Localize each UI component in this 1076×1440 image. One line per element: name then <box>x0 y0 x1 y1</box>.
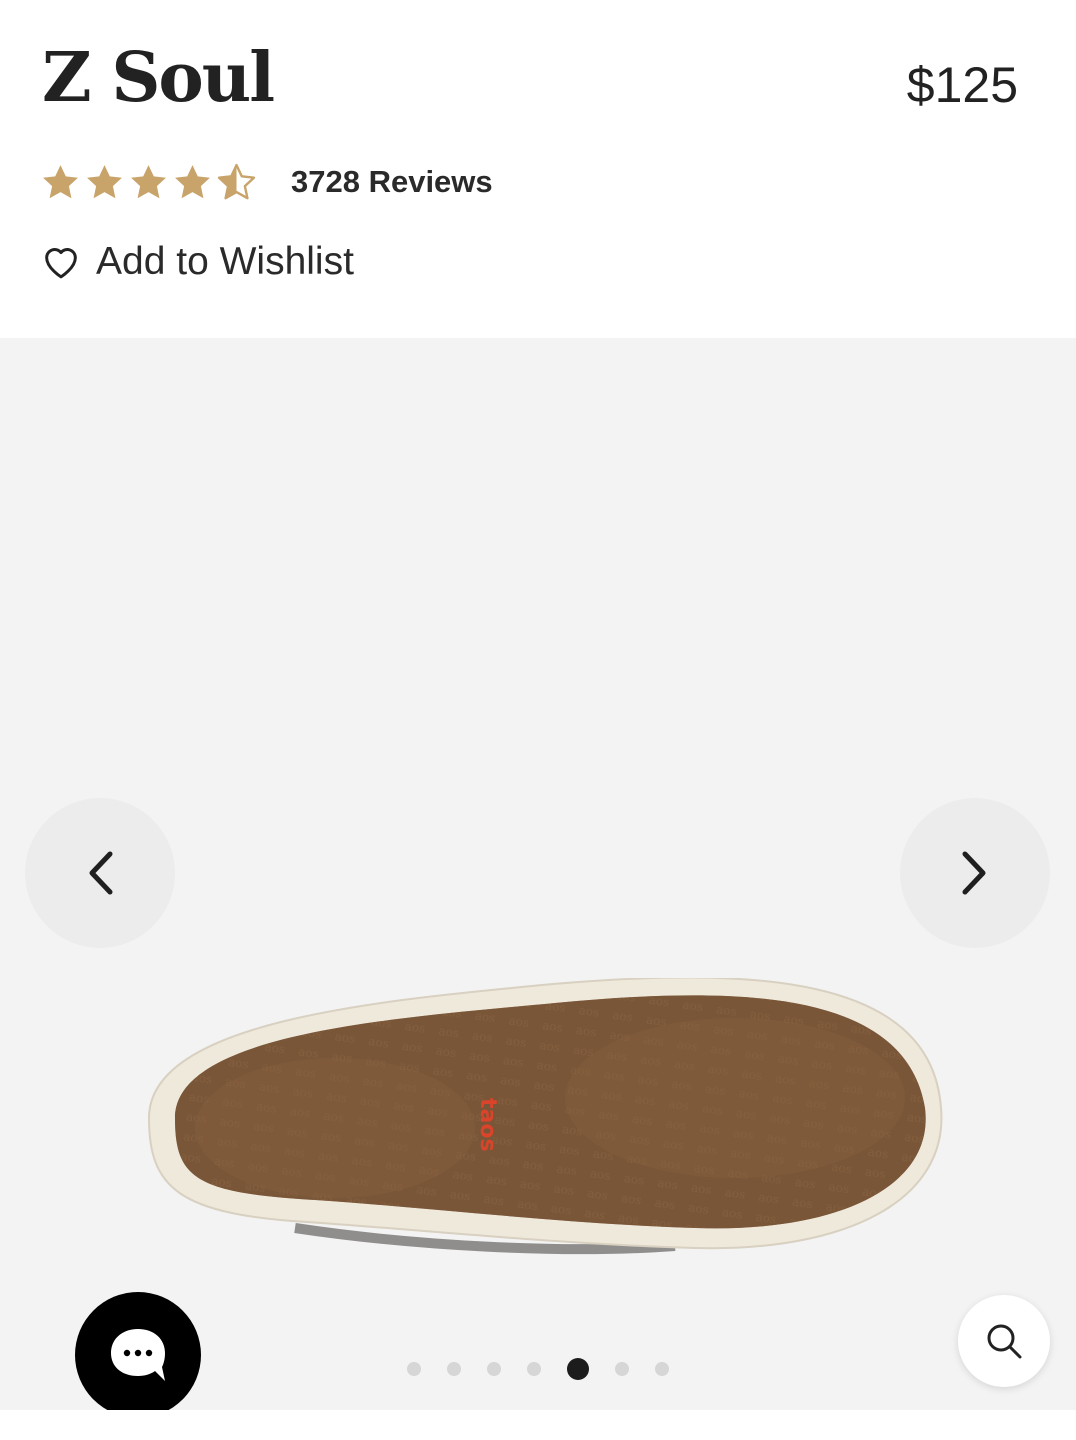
product-price: $125 <box>906 57 1018 113</box>
carousel-dot[interactable] <box>447 1362 461 1376</box>
star-half-icon <box>217 163 256 199</box>
next-image-button[interactable] <box>900 798 1050 948</box>
chat-bubble-icon <box>111 1329 165 1381</box>
star-full-icon <box>43 164 78 198</box>
add-to-wishlist-button[interactable]: Add to Wishlist <box>40 240 354 284</box>
heart-icon <box>45 248 77 279</box>
chevron-left-icon <box>89 851 113 895</box>
carousel-dot[interactable] <box>615 1362 629 1376</box>
carousel-dot[interactable] <box>407 1362 421 1376</box>
rating-row[interactable]: 3728 Reviews <box>40 160 493 204</box>
star-full-icon <box>131 164 166 198</box>
star-full-icon <box>87 164 122 198</box>
product-header: Z Soul $125 3728 Reviews Add to Wishlist <box>0 0 1076 338</box>
product-title: Z Soul <box>42 38 275 118</box>
star-full-icon <box>175 164 210 198</box>
search-button[interactable] <box>958 1295 1050 1387</box>
carousel-dot[interactable] <box>527 1362 541 1376</box>
sole-logo: taos <box>475 1098 500 1152</box>
previous-image-button[interactable] <box>25 798 175 948</box>
carousel-dot[interactable] <box>487 1362 501 1376</box>
carousel-dot-active[interactable] <box>567 1358 589 1380</box>
search-icon <box>987 1324 1022 1359</box>
carousel-dot[interactable] <box>655 1362 669 1376</box>
chevron-right-icon <box>962 851 986 895</box>
shoe-sole-image: aos taos <box>147 978 943 1255</box>
wishlist-label: Add to Wishlist <box>96 240 354 283</box>
reviews-count-link[interactable]: 3728 Reviews <box>291 164 493 200</box>
bottom-strip <box>0 1410 1076 1440</box>
product-image-gallery[interactable]: aos taos <box>0 338 1076 1410</box>
star-rating <box>40 162 257 203</box>
chat-button[interactable] <box>75 1292 201 1418</box>
